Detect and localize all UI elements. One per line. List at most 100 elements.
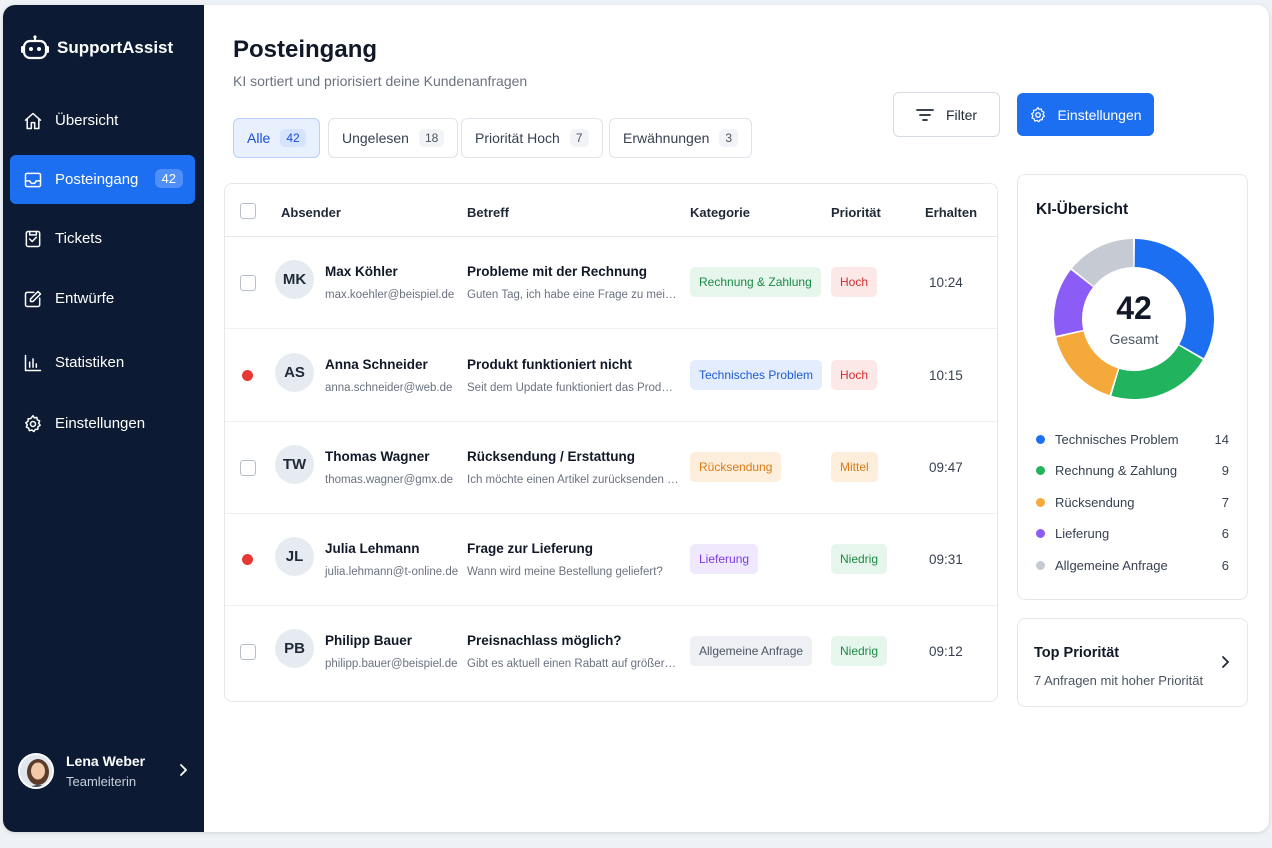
received-time: 09:31 — [929, 552, 963, 567]
app-name: SupportAssist — [57, 38, 174, 57]
filter-label: Filter — [945, 106, 978, 123]
sender-name: Anna Schneider — [325, 357, 428, 372]
ticket-icon — [23, 229, 43, 249]
donut-segment[interactable] — [1056, 330, 1119, 396]
settings-label: Einstellungen — [1057, 106, 1142, 123]
legend-item[interactable]: Technisches Problem 14 — [1036, 429, 1229, 449]
tab-erwaehnungen[interactable]: Erwähnungen 3 — [609, 118, 753, 158]
filter-icon — [916, 108, 934, 121]
donut-segment[interactable] — [1054, 269, 1094, 336]
sender-avatar: TW — [275, 445, 314, 484]
legend-item[interactable]: Rücksendung 7 — [1036, 492, 1229, 512]
tab-ungelesen[interactable]: Ungelesen 18 — [328, 118, 459, 158]
legend-item[interactable]: Allgemeine Anfrage 6 — [1036, 555, 1229, 575]
tab-label: Alle — [247, 130, 271, 146]
brand[interactable]: SupportAssist — [21, 35, 173, 61]
settings-button[interactable]: Einstellungen — [1017, 93, 1154, 136]
received-time: 09:47 — [929, 460, 963, 475]
category-badge: Rechnung & Zahlung — [690, 267, 821, 297]
donut-segment[interactable] — [1111, 345, 1203, 399]
sidebar-item-label: Posteingang — [55, 171, 139, 188]
chevron-right-icon — [180, 764, 188, 776]
legend-dot — [1036, 465, 1045, 475]
tab-count: 7 — [569, 129, 589, 147]
row-checkbox[interactable] — [240, 644, 256, 660]
message-preview: Ich möchte einen Artikel zurücksenden un… — [467, 474, 679, 486]
sender-avatar: AS — [275, 353, 314, 392]
legend-dot — [1036, 560, 1045, 570]
user-profile[interactable]: Lena Weber Teamleiterin — [18, 749, 193, 793]
inbox-icon — [23, 170, 43, 190]
legend-name: Rechnung & Zahlung — [1055, 462, 1178, 478]
tab-label: Ungelesen — [342, 130, 409, 146]
received-time: 09:12 — [929, 644, 963, 659]
table-row[interactable]: TW Thomas Wagner thomas.wagner@gmx.de Rü… — [225, 422, 997, 514]
table-header: Absender Betreff Kategorie Priorität Erh… — [225, 184, 997, 237]
donut-total: 42 — [1116, 290, 1152, 326]
select-all-checkbox[interactable] — [240, 203, 256, 219]
column-header-erhalten[interactable]: Erhalten — [925, 205, 977, 220]
sender-email: anna.schneider@web.de — [325, 382, 453, 394]
priority-badge: Mittel — [831, 452, 878, 482]
priority-badge: Niedrig — [831, 544, 888, 574]
user-role: Teamleiterin — [66, 774, 137, 789]
sender-avatar: JL — [275, 537, 314, 576]
legend-item[interactable]: Lieferung 6 — [1036, 523, 1229, 543]
avatar — [18, 753, 54, 789]
unread-indicator — [242, 370, 253, 381]
filter-button[interactable]: Filter — [893, 92, 1000, 137]
sender-name: Julia Lehmann — [325, 541, 420, 556]
message-subject: Produkt funktioniert nicht — [467, 357, 632, 372]
message-subject: Rücksendung / Erstattung — [467, 449, 636, 464]
message-subject: Probleme mit der Rechnung — [467, 264, 648, 279]
sidebar-item-einstellungen[interactable]: Einstellungen — [10, 399, 195, 448]
donut-segment[interactable] — [1072, 239, 1134, 287]
column-header-prioritaet[interactable]: Priorität — [831, 205, 881, 220]
tab-alle[interactable]: Alle 42 — [233, 118, 320, 158]
sender-email: julia.lehmann@t-online.de — [325, 566, 459, 578]
row-checkbox[interactable] — [240, 460, 256, 476]
column-header-kategorie[interactable]: Kategorie — [690, 205, 750, 220]
table-row[interactable]: AS Anna Schneider anna.schneider@web.de … — [225, 330, 997, 422]
priority-badge: Niedrig — [831, 636, 888, 666]
page-subtitle: KI sortiert und priorisiert deine Kunden… — [233, 73, 528, 89]
legend-name: Technisches Problem — [1055, 431, 1179, 447]
message-preview: Seit dem Update funktioniert das Produkt… — [467, 382, 679, 394]
tab-count: 42 — [280, 129, 306, 147]
priority-badge: Hoch — [831, 267, 878, 297]
sidebar-item-entwuerfe[interactable]: Entwürfe — [10, 274, 195, 323]
robot-icon — [21, 35, 49, 60]
panel-title: KI-Übersicht — [1036, 201, 1129, 218]
sidebar-item-uebersicht[interactable]: Übersicht — [10, 96, 195, 145]
sidebar-item-label: Statistiken — [55, 354, 125, 371]
legend-name: Lieferung — [1055, 525, 1110, 541]
legend-value: 6 — [1221, 525, 1229, 541]
sidebar-item-tickets[interactable]: Tickets — [10, 214, 195, 263]
tab-prioritaet-hoch[interactable]: Priorität Hoch 7 — [461, 118, 603, 158]
legend-item[interactable]: Rechnung & Zahlung 9 — [1036, 460, 1229, 480]
table-row[interactable]: MK Max Köhler max.koehler@beispiel.de Pr… — [225, 237, 997, 329]
sidebar-item-label: Einstellungen — [55, 415, 146, 432]
sender-name: Thomas Wagner — [325, 449, 430, 464]
priority-badge: Hoch — [831, 360, 878, 390]
sidebar-item-posteingang[interactable]: Posteingang 42 — [10, 155, 195, 204]
row-checkbox[interactable] — [240, 275, 256, 291]
tab-count: 3 — [719, 129, 739, 147]
bar-chart-icon — [23, 353, 43, 373]
edit-icon — [23, 289, 43, 309]
message-preview: Wann wird meine Bestellung geliefert? — [467, 566, 663, 578]
message-subject: Preisnachlass möglich? — [467, 633, 622, 648]
user-name: Lena Weber — [66, 753, 146, 769]
sender-avatar: MK — [275, 260, 314, 299]
sender-email: max.koehler@beispiel.de — [325, 289, 455, 301]
legend-value: 7 — [1221, 494, 1229, 510]
column-header-absender[interactable]: Absender — [281, 205, 341, 220]
category-badge: Allgemeine Anfrage — [690, 636, 813, 666]
sidebar: SupportAssist Übersicht Posteingang 42 T… — [3, 5, 204, 832]
table-row[interactable]: PB Philipp Bauer philipp.bauer@beispiel.… — [225, 606, 997, 698]
top-priority-card[interactable]: Top Priorität 7 Anfragen mit hoher Prior… — [1017, 618, 1248, 707]
table-row[interactable]: JL Julia Lehmann julia.lehmann@t-online.… — [225, 514, 997, 606]
column-header-betreff[interactable]: Betreff — [467, 205, 509, 220]
tab-count: 18 — [418, 129, 445, 147]
sidebar-item-statistiken[interactable]: Statistiken — [10, 338, 195, 387]
